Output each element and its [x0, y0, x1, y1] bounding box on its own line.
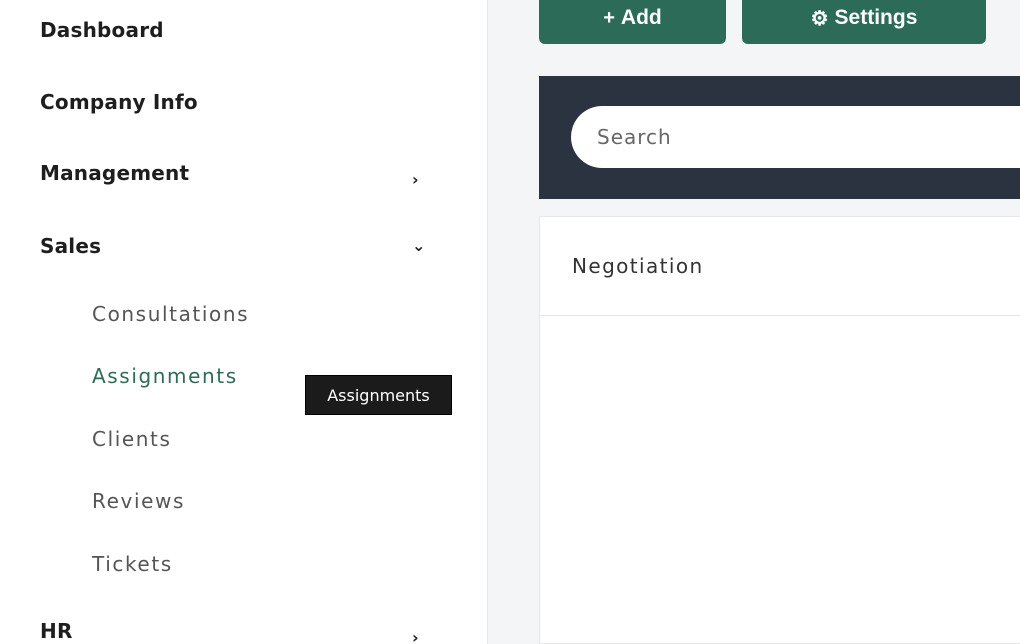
- sidebar-subitem-assignments[interactable]: Assignments: [92, 364, 238, 388]
- sidebar-subitem-clients[interactable]: Clients: [92, 427, 172, 451]
- sidebar-item-label: Sales: [40, 234, 102, 258]
- settings-button-label: Settings: [834, 6, 918, 29]
- sidebar-item-dashboard[interactable]: Dashboard: [40, 18, 164, 42]
- sidebar-subitem-label: Assignments: [92, 364, 238, 388]
- add-button[interactable]: + Add: [539, 0, 726, 44]
- chevron-down-icon[interactable]: ⌄: [412, 236, 425, 255]
- sidebar-item-hr[interactable]: HR: [40, 619, 73, 643]
- sidebar-subitem-label: Reviews: [92, 489, 185, 513]
- sidebar-item-label: Dashboard: [40, 18, 164, 42]
- kanban-column: Negotiation: [539, 216, 1020, 644]
- sidebar-subitem-label: Clients: [92, 427, 172, 451]
- sidebar: Dashboard Company Info Management › Sale…: [0, 0, 488, 644]
- sidebar-item-label: Company Info: [40, 90, 198, 114]
- sidebar-subitem-label: Consultations: [92, 302, 250, 326]
- sidebar-item-label: Management: [40, 161, 190, 185]
- sidebar-item-sales[interactable]: Sales: [40, 234, 101, 258]
- main-content: + Add ⚙ Settings Negotiation: [488, 0, 1020, 644]
- sidebar-subitem-tickets[interactable]: Tickets: [92, 552, 173, 576]
- tooltip: Assignments: [305, 375, 452, 415]
- sidebar-item-label: HR: [40, 619, 73, 643]
- settings-button[interactable]: ⚙ Settings: [742, 0, 986, 44]
- sidebar-subitem-consultations[interactable]: Consultations: [92, 302, 249, 326]
- plus-icon: +: [603, 6, 615, 29]
- chevron-right-icon[interactable]: ›: [412, 628, 419, 644]
- sidebar-subitem-label: Tickets: [92, 552, 173, 576]
- sidebar-item-company-info[interactable]: Company Info: [40, 90, 198, 114]
- add-button-label: Add: [620, 6, 662, 29]
- gear-icon: ⚙: [810, 7, 829, 30]
- column-title: Negotiation: [540, 217, 1020, 316]
- chevron-right-icon[interactable]: ›: [412, 170, 419, 189]
- search-bar: [539, 76, 1020, 199]
- search-input[interactable]: [571, 106, 1020, 168]
- sidebar-item-management[interactable]: Management: [40, 161, 189, 185]
- sidebar-subitem-reviews[interactable]: Reviews: [92, 489, 185, 513]
